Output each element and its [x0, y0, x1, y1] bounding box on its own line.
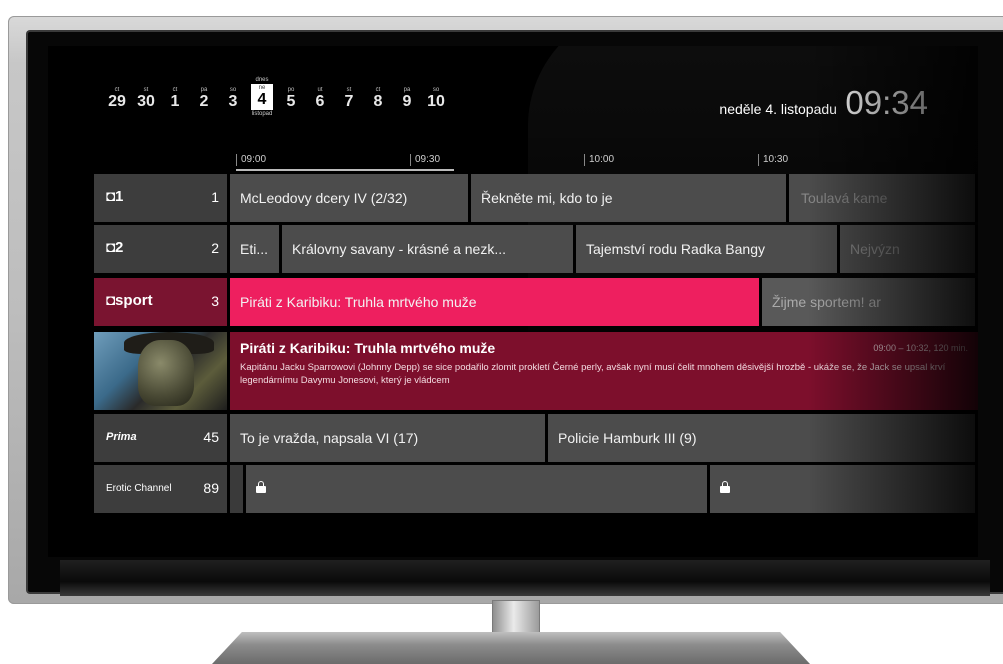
program-slot[interactable]: Policie Hamburk III (9) — [548, 414, 978, 462]
date-item[interactable]: čt 1 — [161, 86, 189, 110]
program-slot-selected[interactable]: Piráti z Karibiku: Truhla mrtvého muže — [230, 278, 762, 326]
channel-row-prima: Prima 45 To je vražda, napsala VI (17) P… — [94, 414, 978, 462]
lock-icon — [720, 481, 730, 493]
time-progress-bar — [236, 169, 454, 171]
channel-row-ct1: ◘1 1 McLeodovy dcery IV (2/32) Řekněte m… — [94, 174, 978, 222]
channel-number: 2 — [211, 240, 219, 256]
timeline-tick: 09:30 — [410, 154, 440, 166]
today-box: ne 4 — [251, 84, 273, 110]
channel-erotic[interactable]: Erotic Channel 89 — [94, 465, 227, 513]
date-item[interactable]: so 10 — [422, 86, 450, 110]
program-slot[interactable]: Eti... — [230, 225, 282, 273]
date-item[interactable]: po 5 — [277, 86, 305, 110]
program-slot[interactable]: Žijme sportem! ar — [762, 278, 978, 326]
date-item[interactable]: čt 8 — [364, 86, 392, 110]
epg-screen: čt 29 st 30 čt 1 pá 2 so 3 dnes ne 4 lis… — [48, 46, 978, 557]
program-slot[interactable]: Toulavá kame — [789, 174, 978, 222]
channel-ct1[interactable]: ◘1 1 — [94, 174, 227, 222]
date-item-today[interactable]: dnes ne 4 listopad — [248, 76, 276, 118]
date-item[interactable]: st 30 — [132, 86, 160, 110]
program-thumbnail — [94, 332, 227, 410]
lock-icon — [256, 481, 266, 493]
program-slot[interactable]: Řekněte mi, kdo to je — [471, 174, 789, 222]
current-datetime: neděle 4. listopadu 09:34 — [719, 84, 928, 122]
program-slot[interactable]: Nejvýzn — [840, 225, 978, 273]
channel-logo: Prima — [106, 431, 137, 443]
channel-number: 45 — [203, 429, 219, 445]
detail-title: Piráti z Karibiku: Truhla mrtvého muže — [240, 340, 496, 356]
date-item[interactable]: pá 2 — [190, 86, 218, 110]
detail-time: 09:00 – 10:32, 120 min. — [873, 343, 968, 353]
date-item[interactable]: čt 29 — [103, 86, 131, 110]
channel-ctsport[interactable]: ◘sport 3 — [94, 278, 227, 326]
current-time: 09:34 — [845, 84, 928, 121]
channel-prima[interactable]: Prima 45 — [94, 414, 227, 462]
channel-logo: Erotic Channel — [106, 483, 172, 494]
channel-row-ct2: ◘2 2 Eti... Královny savany - krásné a n… — [94, 225, 978, 273]
channel-number: 3 — [211, 293, 219, 309]
program-slot-locked[interactable] — [710, 465, 978, 513]
current-date: neděle 4. listopadu — [719, 101, 837, 117]
detail-description: Kapitánu Jacku Sparrowovi (Johnny Depp) … — [240, 362, 946, 386]
channel-logo: ◘2 — [106, 239, 124, 256]
channel-ct2[interactable]: ◘2 2 — [94, 225, 227, 273]
channel-row-ctsport: ◘sport 3 Piráti z Karibiku: Truhla mrtvé… — [94, 278, 978, 326]
program-detail: Piráti z Karibiku: Truhla mrtvého muže 0… — [94, 332, 978, 410]
program-slot[interactable] — [230, 465, 246, 513]
program-slot[interactable]: McLeodovy dcery IV (2/32) — [230, 174, 471, 222]
timeline: 09:00 09:30 10:00 10:30 — [236, 154, 978, 168]
channel-number: 89 — [203, 480, 219, 496]
tv-stand-base — [212, 632, 810, 664]
program-slot[interactable]: Královny savany - krásné a nezk... — [282, 225, 576, 273]
date-item[interactable]: so 3 — [219, 86, 247, 110]
timeline-tick: 10:00 — [584, 154, 614, 166]
tv-bottom-gloss — [60, 560, 990, 596]
channel-logo: ◘sport — [106, 292, 153, 309]
channel-logo: ◘1 — [106, 188, 124, 205]
date-item[interactable]: st 7 — [335, 86, 363, 110]
program-slot[interactable]: To je vražda, napsala VI (17) — [230, 414, 548, 462]
channel-number: 1 — [211, 189, 219, 205]
program-slot[interactable]: Tajemství rodu Radka Bangy — [576, 225, 840, 273]
program-slot-locked[interactable] — [246, 465, 710, 513]
timeline-tick: 10:30 — [758, 154, 788, 166]
timeline-tick: 09:00 — [236, 154, 266, 166]
date-item[interactable]: út 6 — [306, 86, 334, 110]
date-item[interactable]: pá 9 — [393, 86, 421, 110]
program-detail-panel: Piráti z Karibiku: Truhla mrtvého muže 0… — [230, 332, 978, 410]
channel-row-erotic: Erotic Channel 89 — [94, 465, 978, 513]
